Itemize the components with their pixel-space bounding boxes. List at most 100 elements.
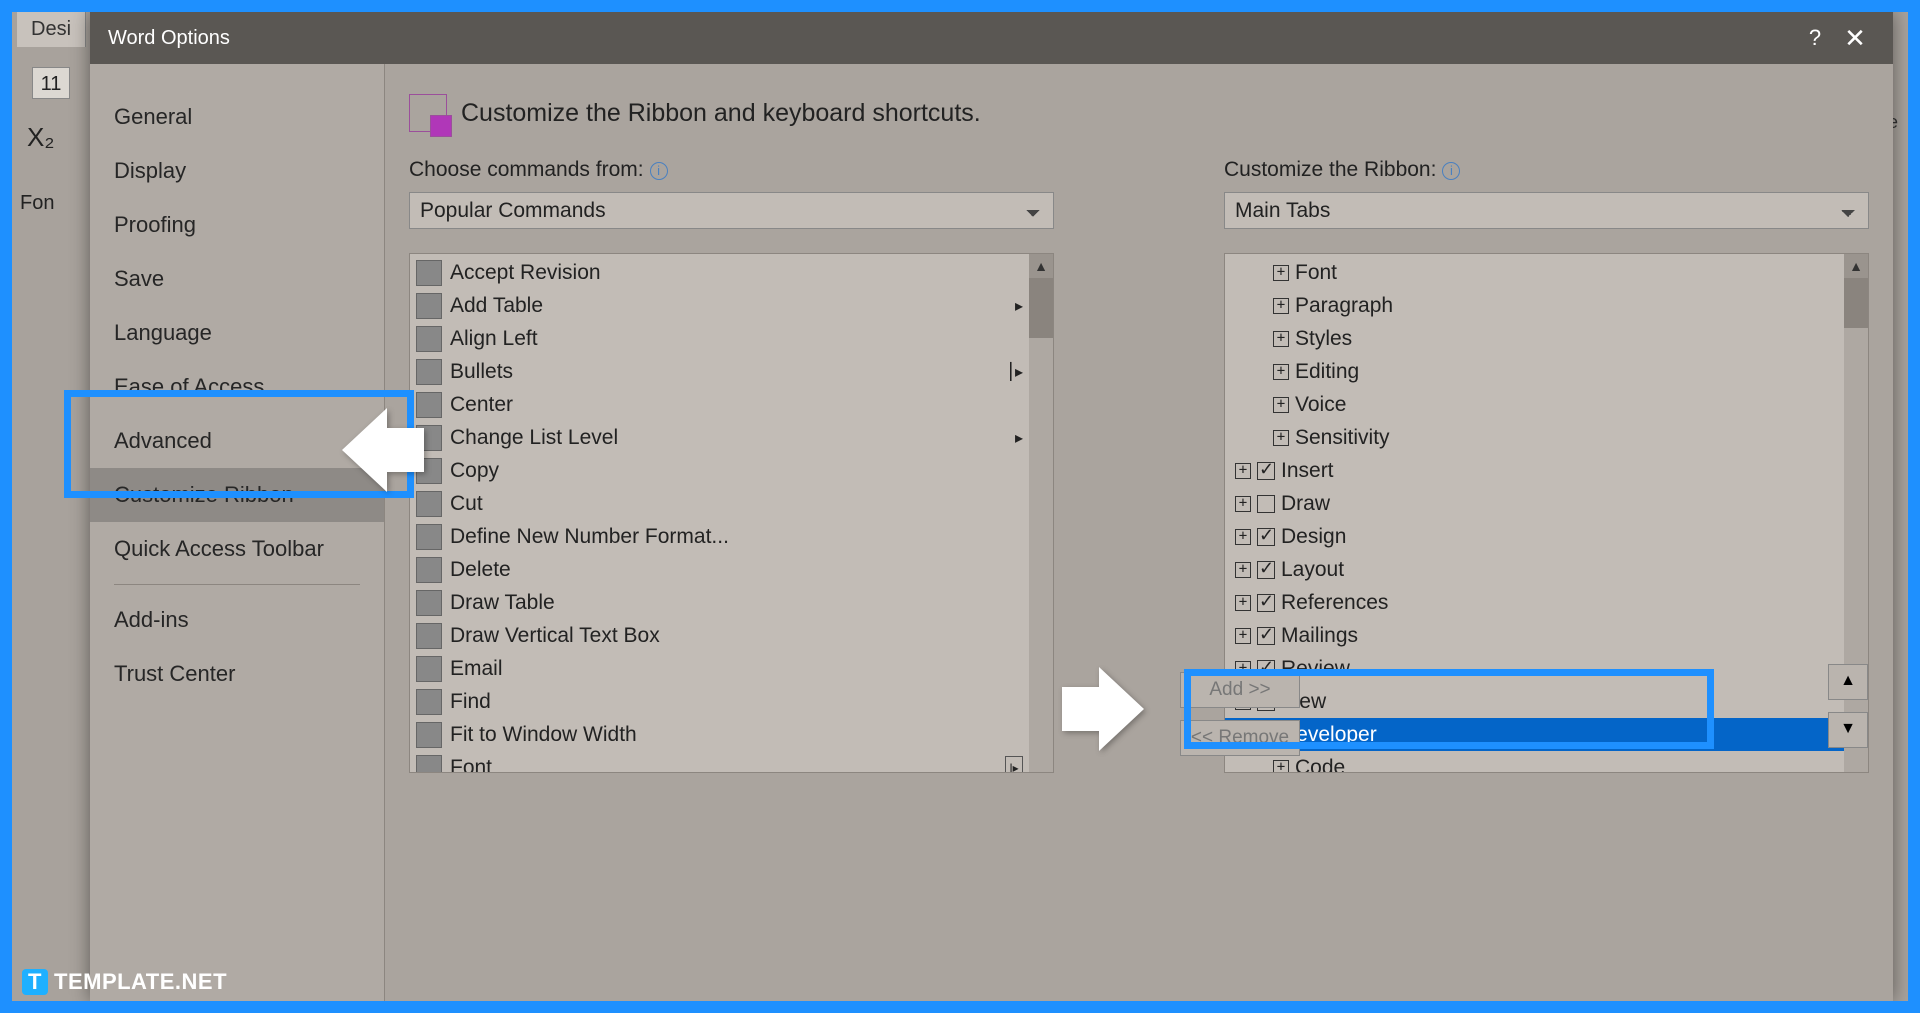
tree-item-sensitivity[interactable]: +Sensitivity [1225,421,1844,454]
tree-item-styles[interactable]: +Styles [1225,322,1844,355]
scroll-thumb[interactable] [1844,278,1868,328]
sidenav-item-save[interactable]: Save [90,252,384,306]
command-item[interactable]: Draw Table [410,586,1029,619]
tree-item-insert[interactable]: +Insert [1225,454,1844,487]
choose-commands-dropdown[interactable]: Popular Commands [409,192,1054,229]
command-label: Delete [450,558,511,582]
commands-column: Choose commands from:i Popular Commands … [409,158,1054,773]
add-button[interactable]: Add >> [1180,672,1300,708]
customize-ribbon-icon [409,94,447,132]
tree-checkbox[interactable] [1257,594,1275,612]
command-item[interactable]: Bullets⎮▸ [410,355,1029,388]
commands-listbox[interactable]: Accept Revision Add Table▸Align LeftBulle… [409,253,1054,773]
tree-item-mailings[interactable]: +Mailings [1225,619,1844,652]
sidenav-item-language[interactable]: Language [90,306,384,360]
tree-label: Layout [1281,558,1344,582]
tree-item-code[interactable]: +Code [1225,751,1844,772]
tree-checkbox[interactable] [1257,528,1275,546]
tree-item-voice[interactable]: + Voice [1225,388,1844,421]
tree-label: References [1281,591,1388,615]
tree-item-font[interactable]: +Font [1225,256,1844,289]
close-button[interactable]: ✕ [1835,23,1875,54]
help-button[interactable]: ? [1795,25,1835,51]
sidenav-item-customize-ribbon[interactable]: Customize Ribbon [90,468,384,522]
command-item[interactable]: Center [410,388,1029,421]
command-item[interactable]: Find [410,685,1029,718]
tree-expander-icon[interactable]: + [1273,331,1289,347]
command-item[interactable]: Define New Number Format... [410,520,1029,553]
tree-expander-icon[interactable]: + [1235,496,1251,512]
sidenav-item-add-ins[interactable]: Add-ins [90,593,384,647]
command-item[interactable]: Copy [410,454,1029,487]
font-control-icon: I▸ [1005,756,1023,773]
tree-item-references[interactable]: + References [1225,586,1844,619]
sidenav-item-general[interactable]: General [90,90,384,144]
subscript-button[interactable]: X₂ [27,122,54,153]
command-item[interactable]: Add Table▸ [410,289,1029,322]
command-item[interactable]: Font I▸ [410,751,1029,772]
ribbon-tree[interactable]: +Font+Paragraph+Styles+Editing+Voice+Sen… [1224,253,1869,773]
tree-expander-icon[interactable]: + [1273,364,1289,380]
command-item[interactable]: Accept Revision [410,256,1029,289]
sidenav-item-proofing[interactable]: Proofing [90,198,384,252]
font-size-field[interactable]: 11 [32,67,70,99]
tree-item-review[interactable]: +Review [1225,652,1844,685]
sidenav-item-ease-of-access[interactable]: Ease of Access [90,360,384,414]
tree-expander-icon[interactable]: + [1273,265,1289,281]
scroll-up-icon[interactable]: ▲ [1844,254,1868,278]
tree-checkbox[interactable] [1257,627,1275,645]
font-group-label: Fon [20,192,54,215]
tree-item-view[interactable]: +View [1225,685,1844,718]
command-item[interactable]: Email [410,652,1029,685]
command-icon [416,326,442,352]
tree-item-editing[interactable]: +Editing [1225,355,1844,388]
ribbon-tabs-dropdown[interactable]: Main Tabs [1224,192,1869,229]
command-item[interactable]: Cut [410,487,1029,520]
tree-item-developer[interactable]: -Developer [1225,718,1844,751]
scroll-thumb[interactable] [1029,278,1053,338]
ribbon-tab-design[interactable]: Desi [17,12,86,47]
command-item[interactable]: Align Left [410,322,1029,355]
info-icon[interactable]: i [650,162,668,180]
tree-checkbox[interactable] [1257,462,1275,480]
tree-expander-icon[interactable]: + [1235,595,1251,611]
tree-expander-icon[interactable]: + [1273,397,1289,413]
tree-item-paragraph[interactable]: +Paragraph [1225,289,1844,322]
command-label: Accept Revision [450,261,601,285]
word-options-dialog: Word Options ? ✕ GeneralDisplayProofingS… [90,12,1893,1001]
commands-scrollbar[interactable]: ▲ [1029,254,1053,772]
tree-expander-icon[interactable]: + [1235,463,1251,479]
move-down-button[interactable]: ▼ [1828,712,1868,748]
tree-expander-icon[interactable]: + [1273,430,1289,446]
command-item[interactable]: Fit to Window Width [410,718,1029,751]
tree-item-layout[interactable]: + Layout [1225,553,1844,586]
info-icon[interactable]: i [1442,162,1460,180]
command-icon [416,392,442,418]
tree-expander-icon[interactable]: + [1235,529,1251,545]
tree-item-draw[interactable]: +Draw [1225,487,1844,520]
sidenav-item-advanced[interactable]: Advanced [90,414,384,468]
command-item[interactable]: Draw Vertical Text Box [410,619,1029,652]
scroll-up-icon[interactable]: ▲ [1029,254,1053,278]
watermark: T TEMPLATE.NET [22,969,227,995]
command-label: Font [450,756,492,773]
command-icon [416,656,442,682]
command-item[interactable]: Delete [410,553,1029,586]
tree-item-design[interactable]: +Design [1225,520,1844,553]
tree-expander-icon[interactable]: + [1235,562,1251,578]
tree-checkbox[interactable] [1257,495,1275,513]
tree-label: Voice [1295,393,1346,417]
tree-expander-icon[interactable]: + [1273,298,1289,314]
submenu-arrow-icon: ⎮▸ [1007,362,1023,382]
remove-button[interactable]: << Remove [1180,720,1300,756]
command-item[interactable]: Change List Level▸ [410,421,1029,454]
sidenav-item-quick-access-toolbar[interactable]: Quick Access Toolbar [90,522,384,576]
sidenav-item-display[interactable]: Display [90,144,384,198]
command-icon [416,491,442,517]
content-heading: Customize the Ribbon and keyboard shortc… [461,99,981,128]
sidenav-item-trust-center[interactable]: Trust Center [90,647,384,701]
tree-expander-icon[interactable]: + [1235,628,1251,644]
move-up-button[interactable]: ▲ [1828,664,1868,700]
tree-checkbox[interactable] [1257,561,1275,579]
watermark-text: TEMPLATE.NET [54,969,227,995]
